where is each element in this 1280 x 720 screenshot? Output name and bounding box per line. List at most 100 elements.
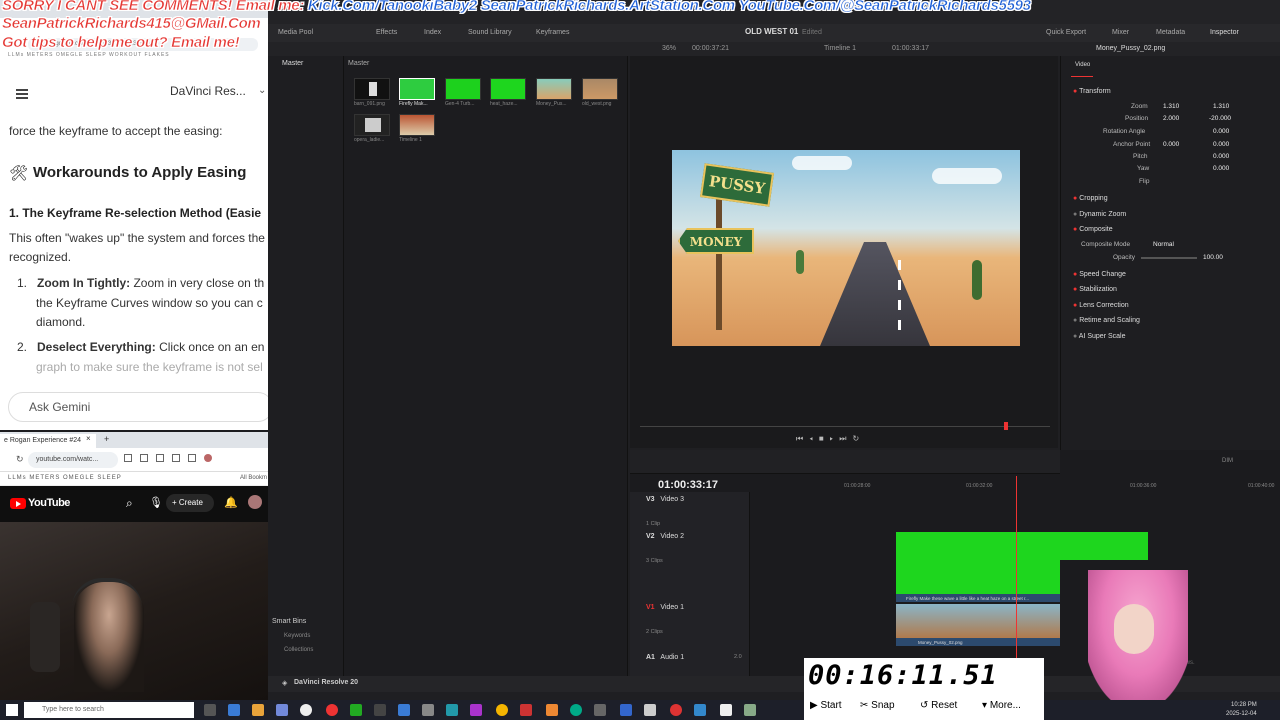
rotation-field[interactable]: 0.000 xyxy=(1213,128,1229,135)
app-icon[interactable] xyxy=(620,704,632,716)
task-view-icon[interactable] xyxy=(204,704,216,716)
windows-start-icon[interactable] xyxy=(6,704,18,716)
app-icon[interactable] xyxy=(300,704,312,716)
pitch-field[interactable]: 0.000 xyxy=(1213,153,1229,160)
stabilization-section[interactable]: ● Stabilization xyxy=(1073,286,1117,293)
anchor-x-field[interactable]: 0.000 xyxy=(1163,141,1179,148)
browser-extension-icons[interactable] xyxy=(124,454,254,466)
cropping-section[interactable]: ● Cropping xyxy=(1073,195,1108,202)
opacity-slider[interactable] xyxy=(1141,257,1197,259)
anchor-y-field[interactable]: 0.000 xyxy=(1213,141,1229,148)
timeline-panel[interactable]: 01:00:33:17 V3 Video 3 1 Clip V2 Video 2… xyxy=(630,450,1060,676)
app-icon[interactable] xyxy=(398,704,410,716)
zoom-y-field[interactable]: 1.310 xyxy=(1213,103,1229,110)
metadata-tab[interactable]: Metadata xyxy=(1156,29,1185,36)
app-icon[interactable] xyxy=(350,704,362,716)
clip-v1-label[interactable]: Money_Pussy_02.png xyxy=(896,638,1060,646)
avatar[interactable] xyxy=(248,495,262,509)
sound-library-tab[interactable]: Sound Library xyxy=(468,29,512,36)
app-icon[interactable] xyxy=(228,704,240,716)
app-icon[interactable] xyxy=(470,704,482,716)
speed-change-section[interactable]: ● Speed Change xyxy=(1073,271,1126,278)
app-icon[interactable] xyxy=(546,704,558,716)
app-icon[interactable] xyxy=(446,704,458,716)
timeline-playhead[interactable] xyxy=(1016,476,1017,676)
youtube-logo-icon[interactable] xyxy=(10,498,26,509)
clip-thumbnail[interactable] xyxy=(582,78,618,100)
yt-address[interactable]: youtube.com/watc... xyxy=(28,452,118,468)
new-tab-icon[interactable]: + xyxy=(104,434,109,444)
mic-icon[interactable]: 🎙 xyxy=(149,496,163,509)
opacity-field[interactable]: 100.00 xyxy=(1203,254,1223,261)
zoom-level[interactable]: 36% xyxy=(662,45,676,52)
position-y-field[interactable]: -20.000 xyxy=(1209,115,1231,122)
app-icon[interactable] xyxy=(694,704,706,716)
yt-tab[interactable]: e Rogan Experience #24 xyxy=(0,434,96,448)
clip-thumbnail[interactable] xyxy=(399,78,435,100)
ask-gemini-input[interactable]: Ask Gemini xyxy=(8,392,268,422)
position-x-field[interactable]: 2.000 xyxy=(1163,115,1179,122)
start-button[interactable]: ▶ Start xyxy=(810,700,842,711)
media-pool-tab[interactable]: Media Pool xyxy=(278,29,313,36)
close-tab-icon[interactable]: × xyxy=(86,434,91,443)
clip-thumbnail[interactable] xyxy=(536,78,572,100)
chat-title[interactable]: DaVinci Res... xyxy=(170,84,246,98)
app-icon[interactable] xyxy=(594,704,606,716)
create-button[interactable]: + Create xyxy=(166,494,214,512)
track-a1-label[interactable]: A1 Audio 1 xyxy=(646,654,684,661)
lens-correction-section[interactable]: ● Lens Correction xyxy=(1073,302,1129,309)
chevron-down-icon[interactable]: ⌄ xyxy=(258,85,266,96)
clip-thumbnail[interactable] xyxy=(354,78,390,100)
scrubber-bar[interactable] xyxy=(640,426,1050,427)
composite-section[interactable]: ● Composite xyxy=(1073,226,1113,233)
youtube-logo-text[interactable]: YouTube xyxy=(28,497,70,509)
app-icon[interactable] xyxy=(326,704,338,716)
clip-thumbnail[interactable] xyxy=(354,114,390,136)
search-icon[interactable]: ⌕ xyxy=(126,496,133,511)
chrome-icon[interactable] xyxy=(496,704,508,716)
app-icon[interactable] xyxy=(720,704,732,716)
playhead-marker[interactable] xyxy=(1004,422,1008,430)
refresh-icon[interactable]: ↻ xyxy=(16,454,24,465)
timeline-toolbar[interactable] xyxy=(630,450,1060,474)
taskbar-search[interactable]: Type here to search xyxy=(24,702,194,718)
discord-icon[interactable] xyxy=(276,704,288,716)
keywords-bin[interactable]: Keywords xyxy=(284,633,310,639)
index-tab[interactable]: Index xyxy=(424,29,441,36)
keyframes-tab[interactable]: Keyframes xyxy=(536,29,569,36)
more-button[interactable]: ▾ More... xyxy=(982,700,1021,711)
menu-icon[interactable] xyxy=(16,89,28,99)
clip-thumbnail[interactable] xyxy=(445,78,481,100)
track-v1-label[interactable]: V1 Video 1 xyxy=(646,604,684,611)
bookmarks-bar[interactable]: LLMs METERS OMEGLE SLEEP WORKOUT FLAKES xyxy=(8,52,170,58)
track-v3-label[interactable]: V3 Video 3 xyxy=(646,496,684,503)
collections-bin[interactable]: Collections xyxy=(284,647,313,653)
app-icon[interactable] xyxy=(644,704,656,716)
transport-controls[interactable]: ⏮◂■▸⏭↻ xyxy=(796,434,896,446)
dynamic-zoom-section[interactable]: ● Dynamic Zoom xyxy=(1073,211,1126,218)
timeline-viewer[interactable]: PUSSY MONEY ⏮◂■▸⏭↻ xyxy=(630,56,1058,448)
clip-thumbnail[interactable] xyxy=(399,114,435,136)
system-clock[interactable]: 10:28 PM 2025-12-04 xyxy=(1226,701,1257,719)
app-icon[interactable] xyxy=(422,704,434,716)
video-player[interactable] xyxy=(0,522,268,700)
track-v2-label[interactable]: V2 Video 2 xyxy=(646,533,684,540)
smart-bins[interactable]: Smart Bins xyxy=(272,618,306,625)
inspector-tab[interactable]: Inspector xyxy=(1210,29,1239,36)
effects-tab[interactable]: Effects xyxy=(376,29,397,36)
app-icon[interactable] xyxy=(520,704,532,716)
clip-thumbnail[interactable] xyxy=(490,78,526,100)
dim-button[interactable]: DIM xyxy=(1222,458,1233,464)
edge-icon[interactable] xyxy=(570,704,582,716)
inspector-tab-video[interactable]: Video xyxy=(1075,62,1090,68)
zoom-x-field[interactable]: 1.310 xyxy=(1163,103,1179,110)
bin-master[interactable]: Master xyxy=(282,60,303,67)
reset-button[interactable]: ↺ Reset xyxy=(920,700,957,711)
super-scale-section[interactable]: ● AI Super Scale xyxy=(1073,333,1126,340)
clip-v2-green[interactable] xyxy=(896,532,1060,594)
davinci-taskbar-icon[interactable] xyxy=(374,704,386,716)
app-icon[interactable] xyxy=(670,704,682,716)
app-icon[interactable] xyxy=(252,704,264,716)
timeline-selector[interactable]: Timeline 1 xyxy=(824,45,856,52)
transform-section[interactable]: ● Transform xyxy=(1073,88,1111,95)
